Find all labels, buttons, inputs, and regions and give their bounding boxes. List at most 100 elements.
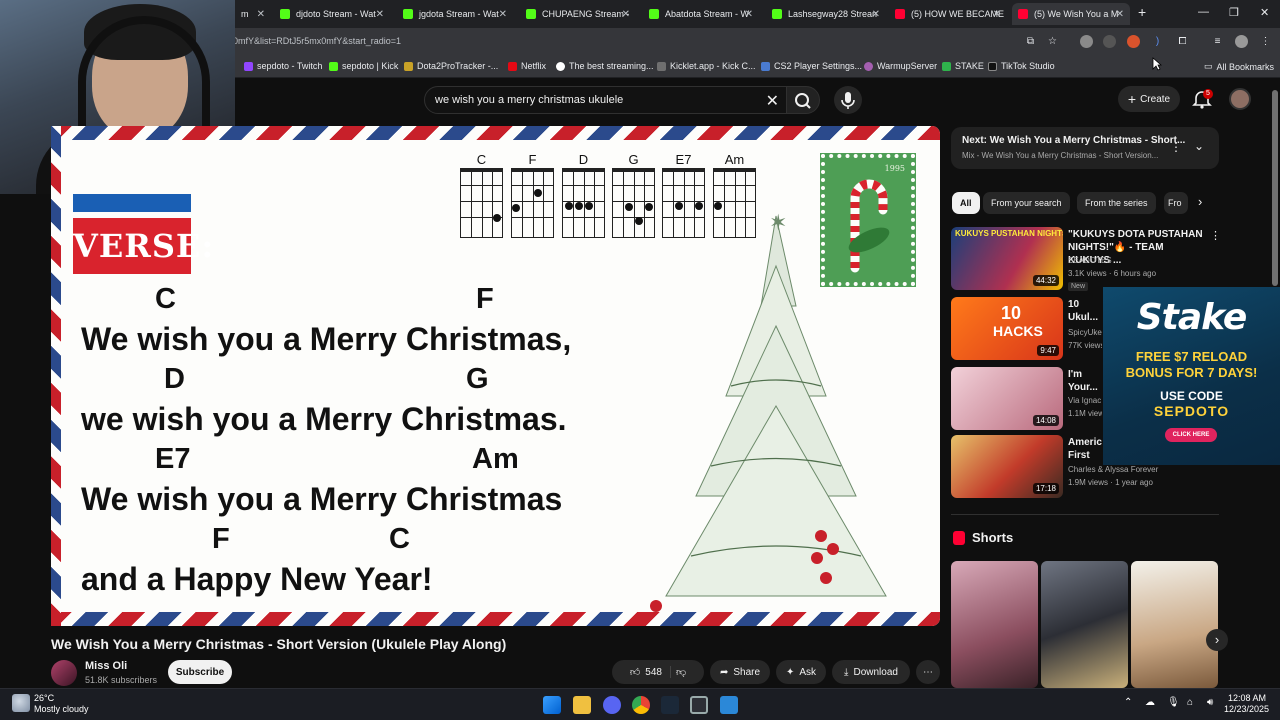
close-icon[interactable]: ✕ <box>745 9 753 20</box>
all-bookmarks[interactable]: ▭ All Bookmarks <box>1204 61 1274 72</box>
rec-channel[interactable]: Via Ignac... <box>1068 396 1102 405</box>
menu-icon[interactable]: ⋮ <box>1259 35 1272 48</box>
network-icon[interactable]: ⌂ <box>1187 697 1193 708</box>
volume-icon[interactable]: 🔊︎ <box>1207 697 1213 708</box>
close-icon[interactable]: ✕ <box>376 9 384 20</box>
extension-icon[interactable] <box>1103 35 1116 48</box>
voice-search-button[interactable] <box>834 86 862 114</box>
like-button[interactable]: 👍︎ 548 <box>630 666 671 678</box>
bookmark-item[interactable]: sepdoto - Twitch <box>244 61 322 71</box>
dislike-button[interactable]: 👎︎ <box>676 666 686 678</box>
url-text[interactable]: 0mfY&list=RDtJ5r5mx0mfY&start_radio=1 <box>233 36 401 46</box>
minimize-icon[interactable]: — <box>1198 6 1209 18</box>
tab-4[interactable]: Abatdota Stream - W ✕ <box>643 3 759 25</box>
install-icon[interactable]: ⧉ <box>1024 35 1037 48</box>
page-scrollbar[interactable] <box>1272 90 1278 286</box>
short-thumbnail[interactable] <box>951 561 1038 688</box>
ad-click-here-button[interactable]: CLICK HERE <box>1165 428 1217 442</box>
tab-6[interactable]: (5) HOW WE BECAME ✕ <box>889 3 1007 25</box>
profile-icon[interactable] <box>1235 35 1248 48</box>
rec-title[interactable]: America... First Tim... <box>1068 436 1102 462</box>
bookmark-item[interactable]: CS2 Player Settings... <box>761 61 862 71</box>
tab-7-active[interactable]: (5) We Wish You a M ✕ <box>1012 3 1130 25</box>
chevron-right-icon[interactable]: › <box>1198 194 1202 209</box>
bookmark-star-icon[interactable]: ☆ <box>1046 35 1059 48</box>
more-icon[interactable]: ⋮ <box>1170 140 1182 154</box>
chip-from-series[interactable]: From the series <box>1077 192 1156 214</box>
rec-thumbnail[interactable]: 17:18 <box>951 435 1063 498</box>
clear-search-icon[interactable]: ✕ <box>766 91 779 111</box>
rec-title[interactable]: 10 Ukul... Beginne... <box>1068 298 1102 324</box>
user-avatar[interactable] <box>1229 88 1251 110</box>
close-icon[interactable]: ✕ <box>872 9 880 20</box>
maximize-icon[interactable]: ❐ <box>1229 6 1239 19</box>
windows-start-icon[interactable] <box>543 696 561 714</box>
close-icon[interactable]: ✕ <box>499 9 507 20</box>
clock-date[interactable]: 12/23/2025 <box>1224 704 1269 714</box>
bookmark-item[interactable]: Kicklet.app - Kick C... <box>657 61 756 71</box>
tray-overflow-icon[interactable]: ⌃ <box>1124 697 1132 708</box>
extension-icon[interactable]: ) <box>1151 35 1164 48</box>
close-icon[interactable]: ✕ <box>993 9 1001 20</box>
microphone-tray-icon[interactable]: 🎙︎ <box>1167 697 1180 708</box>
file-explorer-icon[interactable] <box>573 696 591 714</box>
more-icon[interactable]: ⋮ <box>1210 229 1221 242</box>
weather-icon[interactable] <box>12 694 30 712</box>
chrome-icon[interactable] <box>632 696 650 714</box>
notepad-icon[interactable] <box>720 696 738 714</box>
new-tab-icon[interactable]: + <box>1138 4 1146 20</box>
shorts-next-button[interactable]: › <box>1206 629 1228 651</box>
chip-from-search[interactable]: From your search <box>983 192 1070 214</box>
video-player[interactable]: VERSE: C F D G E7 Am 1995 ✶ C F We wish … <box>51 126 940 626</box>
channel-avatar[interactable] <box>51 660 77 686</box>
rec-title[interactable]: I'm Your... Ukulele... <box>1068 368 1102 394</box>
media-icon[interactable]: ≡ <box>1211 35 1224 48</box>
rec-channel[interactable]: Charles & Alyssa Forever <box>1068 465 1158 474</box>
extension-icon[interactable] <box>1080 35 1093 48</box>
search-box[interactable]: we wish you a merry christmas ukulele ✕ <box>424 86 790 114</box>
rec-channel[interactable]: SpicyUke <box>1068 328 1102 337</box>
rec-thumbnail[interactable]: 10 HACKS 9:47 <box>951 297 1063 360</box>
extension-icon[interactable] <box>1127 35 1140 48</box>
close-icon[interactable]: ✕ <box>257 9 265 20</box>
chip-all[interactable]: All <box>952 192 980 214</box>
bookmark-item[interactable]: TikTok Studio <box>988 61 1055 71</box>
create-button[interactable]: + Create <box>1118 86 1180 112</box>
clock-time[interactable]: 12:08 AM <box>1228 693 1266 703</box>
close-window-icon[interactable]: ✕ <box>1260 6 1269 19</box>
search-button[interactable] <box>786 86 820 114</box>
close-icon[interactable]: ✕ <box>1116 9 1124 20</box>
bookmark-item[interactable]: WarmupServer <box>864 61 937 71</box>
tab-3[interactable]: CHUPAENG Stream - ✕ <box>520 3 636 25</box>
bookmark-item[interactable]: sepdoto | Kick <box>329 61 398 71</box>
share-button[interactable]: ➦ Share <box>710 660 770 684</box>
more-actions-button[interactable]: ⋯ <box>916 660 940 684</box>
tab-0[interactable]: m ✕ <box>235 3 271 25</box>
tray-icon[interactable]: ☁ <box>1145 697 1155 708</box>
app-icon[interactable] <box>690 696 708 714</box>
ask-button[interactable]: ✦ Ask <box>776 660 826 684</box>
bookmark-item[interactable]: The best streaming... <box>556 61 654 71</box>
channel-name[interactable]: Miss Oli <box>85 660 127 672</box>
rec-thumbnail[interactable]: 14:08 <box>951 367 1063 430</box>
tab-1[interactable]: djdoto Stream - Wat ✕ <box>274 3 390 25</box>
search-input[interactable]: we wish you a merry christmas ukulele <box>435 94 623 106</box>
download-button[interactable]: ⤓ Download <box>832 660 910 684</box>
bookmark-item[interactable]: STAKE <box>942 61 984 71</box>
rec-thumbnail[interactable]: KUKUYS PUSTAHAN NIGHTS 44:32 <box>951 227 1063 290</box>
rec-channel[interactable]: SEADOTES <box>1068 256 1112 265</box>
tab-2[interactable]: jgdota Stream - Wat ✕ <box>397 3 513 25</box>
chevron-down-icon[interactable]: ⌄ <box>1194 139 1204 153</box>
stake-ad-overlay[interactable]: Stake FREE $7 RELOAD BONUS FOR 7 DAYS! US… <box>1103 287 1280 465</box>
short-thumbnail[interactable] <box>1041 561 1128 688</box>
puzzle-icon[interactable]: ⧠ <box>1176 35 1189 48</box>
close-icon[interactable]: ✕ <box>622 9 630 20</box>
up-next-card[interactable]: Next: We Wish You a Merry Christmas - Sh… <box>951 127 1219 169</box>
discord-icon[interactable] <box>603 696 621 714</box>
chip-truncated[interactable]: Fro <box>1164 192 1188 214</box>
tab-5[interactable]: Lashsegway28 Strean ✕ <box>766 3 886 25</box>
steam-icon[interactable] <box>661 696 679 714</box>
bookmark-item[interactable]: Dota2ProTracker -... <box>404 61 498 71</box>
short-thumbnail[interactable] <box>1131 561 1218 688</box>
bookmark-item[interactable]: Netflix <box>508 61 546 71</box>
